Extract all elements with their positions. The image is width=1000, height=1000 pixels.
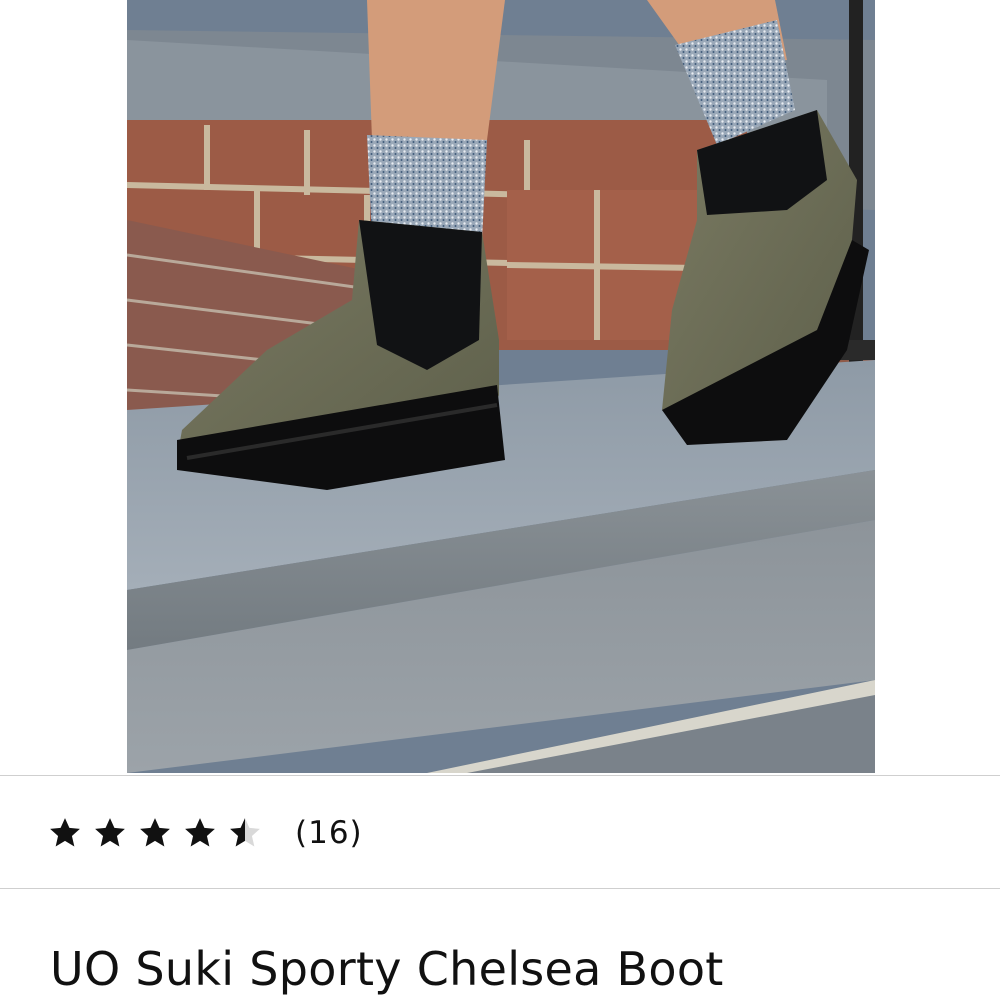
star-icon (48, 816, 82, 850)
half-star-icon (228, 816, 262, 850)
review-count[interactable]: (16) (295, 815, 363, 851)
product-photo-illustration (127, 0, 875, 773)
star-icon (183, 816, 217, 850)
star-icon (138, 816, 172, 850)
star-rating (48, 816, 273, 850)
divider-top (0, 775, 1000, 776)
rating-row[interactable]: (16) (48, 808, 363, 858)
star-icon (93, 816, 127, 850)
product-page: (16) UO Suki Sporty Chelsea Boot (0, 0, 1000, 1000)
divider-mid (0, 888, 1000, 889)
product-title: UO Suki Sporty Chelsea Boot (50, 942, 724, 996)
product-image[interactable] (127, 0, 875, 773)
